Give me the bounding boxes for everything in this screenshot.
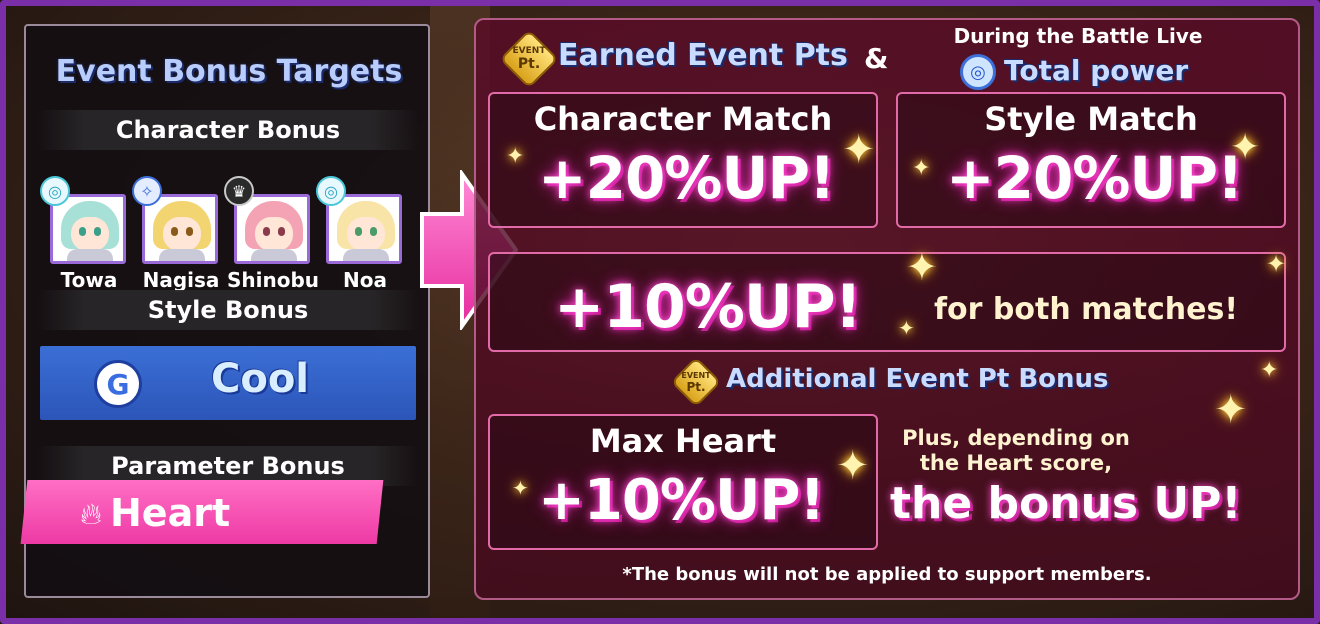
character-towa: ◎ Towa — [40, 176, 132, 296]
sparkle-icon: ✦ — [1266, 250, 1287, 278]
heart-flame-icon: 🔥︎ — [79, 497, 103, 532]
ampersand: & — [864, 42, 889, 75]
both-matches-label: for both matches! — [934, 292, 1238, 327]
character-noa: ◎ Noa — [316, 176, 408, 296]
support-members-note: *The bonus will not be applied to suppor… — [622, 564, 1152, 585]
sparkle-icon: ✦ — [1230, 127, 1261, 168]
sparkle-icon: ✦ — [898, 316, 915, 340]
band-emblem-icon: ◎ — [40, 176, 70, 206]
panel-title: Event Bonus Targets — [55, 54, 403, 89]
style-match-box: Style Match +20%UP! — [896, 92, 1286, 228]
cool-style-icon: G — [94, 360, 142, 408]
style-match-label: Style Match — [984, 100, 1198, 138]
parameter-label: Heart — [110, 491, 231, 535]
character-match-label: Character Match — [533, 100, 833, 138]
total-power-title: Total power — [1004, 54, 1189, 87]
heart-score-note: Plus, depending on the Heart score, — [902, 426, 1130, 475]
character-match-box: Character Match +20%UP! — [488, 92, 878, 228]
sparkle-icon: ✦ — [836, 443, 870, 489]
sparkle-icon: ✦ — [506, 144, 525, 169]
character-bonus-header: Character Bonus — [38, 110, 418, 150]
additional-bonus-title: Additional Event Pt Bonus — [726, 364, 1109, 394]
sparkle-icon: ✦ — [1214, 387, 1248, 433]
character-match-value: +20%UP! — [538, 144, 835, 212]
style-label: Cool — [210, 356, 310, 402]
earned-event-pts-title: Earned Event Pts — [558, 38, 848, 73]
max-heart-label: Max Heart — [589, 422, 777, 460]
total-power-icon: ◎ — [960, 54, 996, 90]
character-name: Shinobu — [226, 268, 320, 292]
both-matches-box: +10%UP! for both matches! — [488, 252, 1286, 352]
bonus-up-text: the bonus UP! — [890, 478, 1242, 529]
sparkle-icon: ✦ — [842, 127, 876, 173]
character-nagisa: ✧ Nagisa — [132, 176, 224, 296]
band-emblem-icon: ◎ — [316, 176, 346, 206]
character-name: Nagisa — [142, 268, 220, 292]
style-match-value: +20%UP! — [946, 144, 1243, 212]
sparkle-icon: ✦ — [512, 476, 529, 500]
crown-emblem-icon: ♛ — [224, 176, 254, 206]
character-shinobu: ♛ Shinobu — [224, 176, 319, 296]
style-bonus-header: Style Bonus — [38, 290, 418, 330]
max-heart-value: +10%UP! — [538, 468, 825, 533]
character-name: Towa — [60, 268, 118, 292]
character-name: Noa — [343, 268, 387, 292]
max-heart-box: Max Heart +10%UP! — [488, 414, 878, 550]
wing-emblem-icon: ✧ — [132, 176, 162, 206]
both-matches-value: +10%UP! — [554, 272, 862, 342]
sparkle-icon: ✦ — [1260, 358, 1279, 383]
sparkle-icon: ✦ — [912, 156, 931, 181]
style-cool-badge: G Cool — [40, 346, 416, 420]
sparkle-icon: ✦ — [906, 245, 938, 289]
during-battle-live-label: During the Battle Live — [953, 24, 1203, 48]
character-list: ◎ Towa ✧ Nagisa ♛ Shinobu ◎ Noa — [40, 176, 420, 296]
